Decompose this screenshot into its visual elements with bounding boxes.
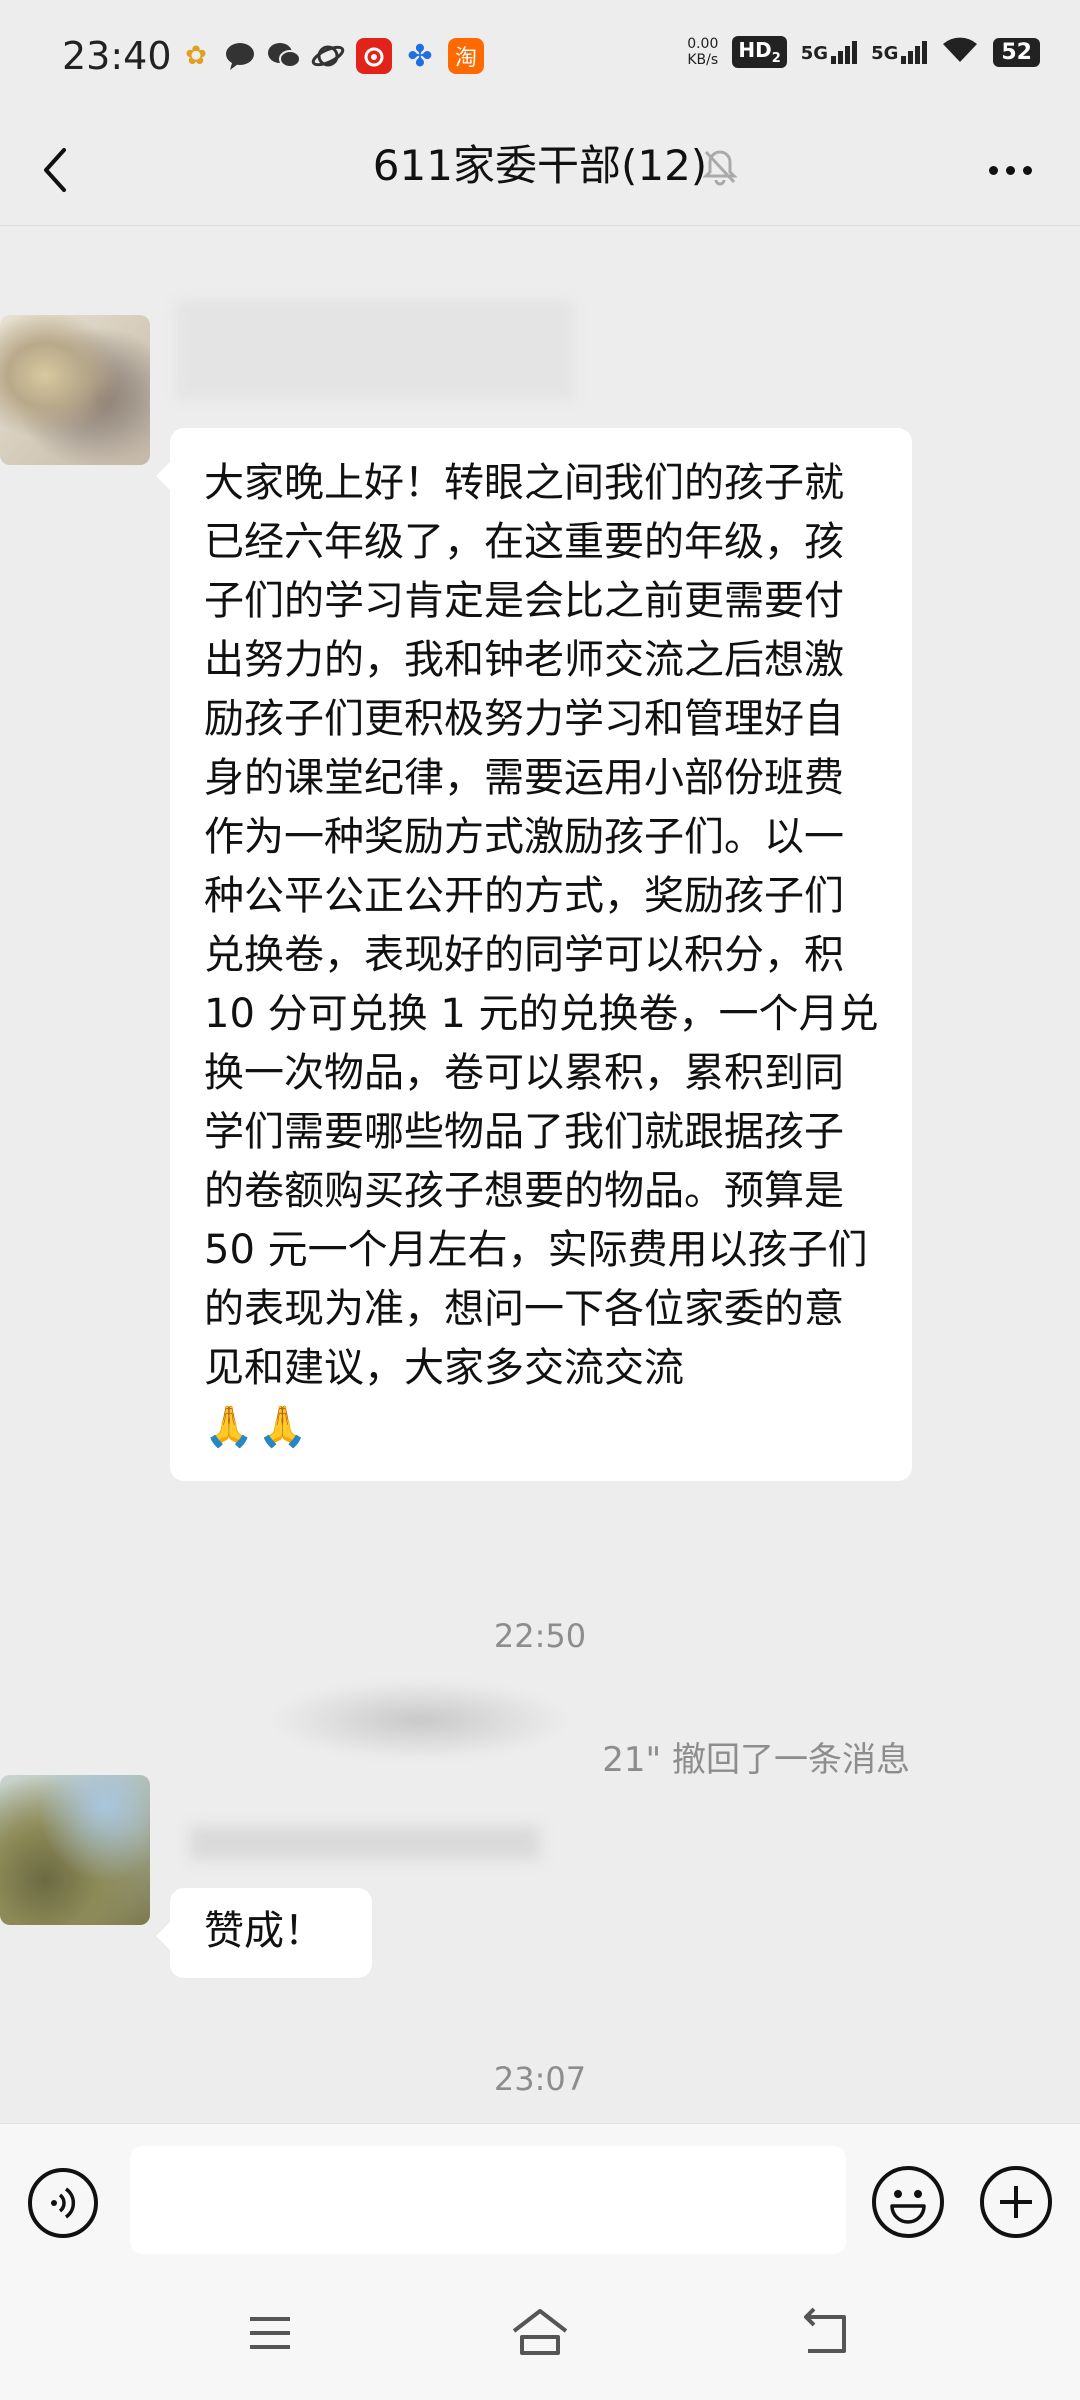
sender-name-blurred bbox=[190, 1826, 540, 1860]
sender-avatar[interactable] bbox=[0, 1775, 150, 1925]
mute-bell-icon bbox=[700, 140, 740, 190]
flower-app-icon: ✤ bbox=[407, 38, 433, 74]
timestamp: 22:50 bbox=[493, 1617, 587, 1655]
app-notification-icon: ✿ bbox=[185, 41, 207, 71]
signal-bars-icon bbox=[901, 40, 928, 64]
dot bbox=[988, 165, 998, 175]
sender-avatar[interactable] bbox=[0, 315, 150, 465]
signal-1: 5G bbox=[800, 40, 858, 64]
signal-bars-icon bbox=[831, 40, 858, 64]
input-bar bbox=[0, 2123, 1080, 2264]
more-options-button[interactable] bbox=[970, 130, 1050, 210]
hd-label: HD bbox=[738, 38, 772, 62]
planet-icon bbox=[310, 38, 346, 74]
net-label-2: 5G bbox=[871, 42, 899, 64]
message-text: 赞成！ bbox=[204, 1908, 324, 1954]
back-nav-button[interactable] bbox=[786, 2293, 866, 2373]
more-actions-button[interactable] bbox=[980, 2166, 1052, 2238]
menu-nav-button[interactable] bbox=[230, 2293, 310, 2373]
recall-notice: 21" 撤回了一条消息 bbox=[602, 1740, 910, 1780]
voice-input-button[interactable] bbox=[28, 2168, 98, 2238]
message-icon bbox=[222, 38, 258, 74]
battery-icon: 52 bbox=[993, 37, 1040, 67]
hd-sub: 2 bbox=[771, 51, 781, 66]
taobao-icon: 淘 bbox=[448, 38, 484, 74]
system-nav-bar bbox=[0, 2263, 1080, 2400]
wechat-icon bbox=[266, 38, 302, 74]
status-bar: 23:40 ✿ ✤ 淘 0.00 KB/s HD2 5G 5G 52 bbox=[0, 0, 1080, 110]
net-label-1: 5G bbox=[800, 42, 829, 64]
status-right: 0.00 KB/s HD2 5G 5G 52 bbox=[687, 34, 1040, 70]
message-bubble[interactable]: 赞成！ bbox=[156, 1888, 372, 1978]
message-bubble[interactable]: 大家晚上好！转眼之间我们的孩子就已经六年级了，在这重要的年级，孩子们的学习肯定是… bbox=[156, 428, 912, 1481]
signal-2: 5G bbox=[871, 40, 928, 64]
chat-header: 611家委干部(12) bbox=[0, 110, 1080, 226]
status-clock: 23:40 bbox=[62, 34, 172, 78]
chat-title: 611家委干部(12) bbox=[372, 141, 708, 190]
emoji-button[interactable] bbox=[872, 2166, 944, 2238]
wifi-icon bbox=[941, 34, 979, 70]
pray-emoji: 🙏🙏 bbox=[204, 1404, 312, 1450]
netease-music-icon bbox=[356, 38, 392, 74]
message-input[interactable] bbox=[130, 2146, 846, 2254]
home-nav-button[interactable] bbox=[500, 2293, 580, 2373]
timestamp: 23:07 bbox=[493, 2060, 587, 2098]
message-text: 大家晚上好！转眼之间我们的孩子就已经六年级了，在这重要的年级，孩子们的学习肯定是… bbox=[204, 460, 879, 1391]
dot bbox=[1005, 165, 1015, 175]
speed-value: 0.00 bbox=[687, 36, 719, 52]
speed-unit: KB/s bbox=[687, 52, 719, 68]
hd-badge: HD2 bbox=[732, 36, 787, 68]
sender-name-blurred bbox=[175, 300, 575, 400]
dot bbox=[1022, 165, 1032, 175]
network-speed: 0.00 KB/s bbox=[687, 36, 718, 68]
